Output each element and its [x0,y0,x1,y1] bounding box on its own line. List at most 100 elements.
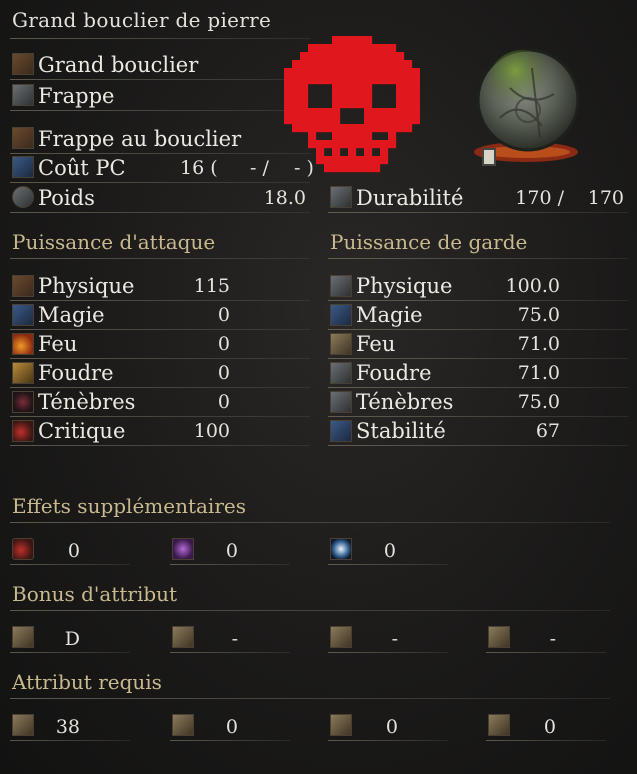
attack-row-label: Foudre [38,361,114,385]
divider [10,522,610,523]
intelligence-icon [330,626,352,648]
category-icon [12,53,34,75]
divider [328,212,628,213]
divider [486,652,606,653]
scaling-heading: Bonus d'attribut [12,582,178,606]
shield-image [470,48,582,168]
divider [486,740,606,741]
divider [10,182,310,183]
lightning-attack-icon [12,362,34,384]
divider [328,258,628,259]
guard-row-label: Magie [356,303,423,327]
guard-row-label: Ténèbres [356,390,454,414]
attack-row-label: Feu [38,332,78,356]
skill-icon [12,127,34,149]
faith-icon [488,626,510,648]
fp-cost-value: 16 ( [180,157,218,179]
faith-icon [488,714,510,736]
attack-type-label: Frappe [38,84,115,108]
category-label: Grand bouclier [38,53,199,77]
bleed-icon [12,538,34,560]
weight-value: 18.0 [263,187,306,209]
attack-row-label: Magie [38,303,105,327]
skill-label: Frappe au bouclier [38,127,242,151]
physical-guard-icon [330,275,352,297]
guard-row-value: 67 [535,420,560,442]
req-intelligence: 0 [385,716,398,738]
divider [170,564,290,565]
divider [10,698,610,699]
poison-icon [172,538,194,560]
intelligence-icon [330,714,352,736]
durability-icon [330,186,352,208]
divider [10,79,310,80]
req-strength: 38 [55,716,80,738]
strength-icon [12,714,34,736]
attack-row-value: 0 [217,304,230,326]
guard-row-label: Stabilité [356,419,446,443]
fire-attack-icon [12,333,34,355]
skull-icon [284,36,420,173]
lightning-guard-icon [330,362,352,384]
stability-icon [330,420,352,442]
divider [328,652,448,653]
divider [10,258,310,259]
equipped-marker-icon [482,148,496,166]
magic-guard-icon [330,304,352,326]
attack-row-value: 0 [217,333,230,355]
fp-cost-icon [12,156,34,178]
scaling-faith: - [549,628,556,650]
scaling-dexterity: - [231,628,238,650]
attack-power-heading: Puissance d'attaque [12,230,216,254]
dark-guard-icon [330,391,352,413]
divider [328,740,448,741]
magic-attack-icon [12,304,34,326]
divider [328,445,628,446]
frost-icon [330,538,352,560]
physical-attack-icon [12,275,34,297]
dexterity-icon [172,714,194,736]
guard-row-label: Feu [356,332,396,356]
fire-guard-icon [330,333,352,355]
durability-current: 170 / [515,187,564,209]
divider [10,564,130,565]
durability-max: 170 [587,187,624,209]
attack-row-value: 100 [193,420,230,442]
bleed-value: 0 [67,540,80,562]
requirements-heading: Attribut requis [12,670,162,694]
scaling-intelligence: - [391,628,398,650]
frost-value: 0 [383,540,396,562]
fp-cost-label: Coût PC [38,156,126,180]
divider [170,652,290,653]
guard-row-label: Foudre [356,361,432,385]
divider [10,212,310,213]
guard-row-value: 71.0 [517,362,560,384]
guard-row-value: 75.0 [517,391,560,413]
attack-row-label: Ténèbres [38,390,136,414]
critical-icon [12,420,34,442]
dexterity-icon [172,626,194,648]
strength-icon [12,626,34,648]
title-divider [10,38,310,39]
divider [10,445,310,446]
divider [10,740,130,741]
fp-cost-range: - / [250,157,269,179]
divider [10,610,610,611]
attack-row-value: 0 [217,391,230,413]
scaling-strength: D [64,628,80,650]
req-faith: 0 [543,716,556,738]
attack-type-icon [12,84,34,106]
divider [170,740,290,741]
divider [328,564,448,565]
divider [10,652,130,653]
weight-label: Poids [38,186,95,210]
attack-row-value: 115 [193,275,230,297]
attack-row-label: Physique [38,274,135,298]
attack-row-value: 0 [217,362,230,384]
attack-row-label: Critique [38,419,126,443]
guard-row-value: 75.0 [517,304,560,326]
guard-row-value: 71.0 [517,333,560,355]
poison-value: 0 [225,540,238,562]
effects-heading: Effets supplémentaires [12,494,246,518]
dark-attack-icon [12,391,34,413]
